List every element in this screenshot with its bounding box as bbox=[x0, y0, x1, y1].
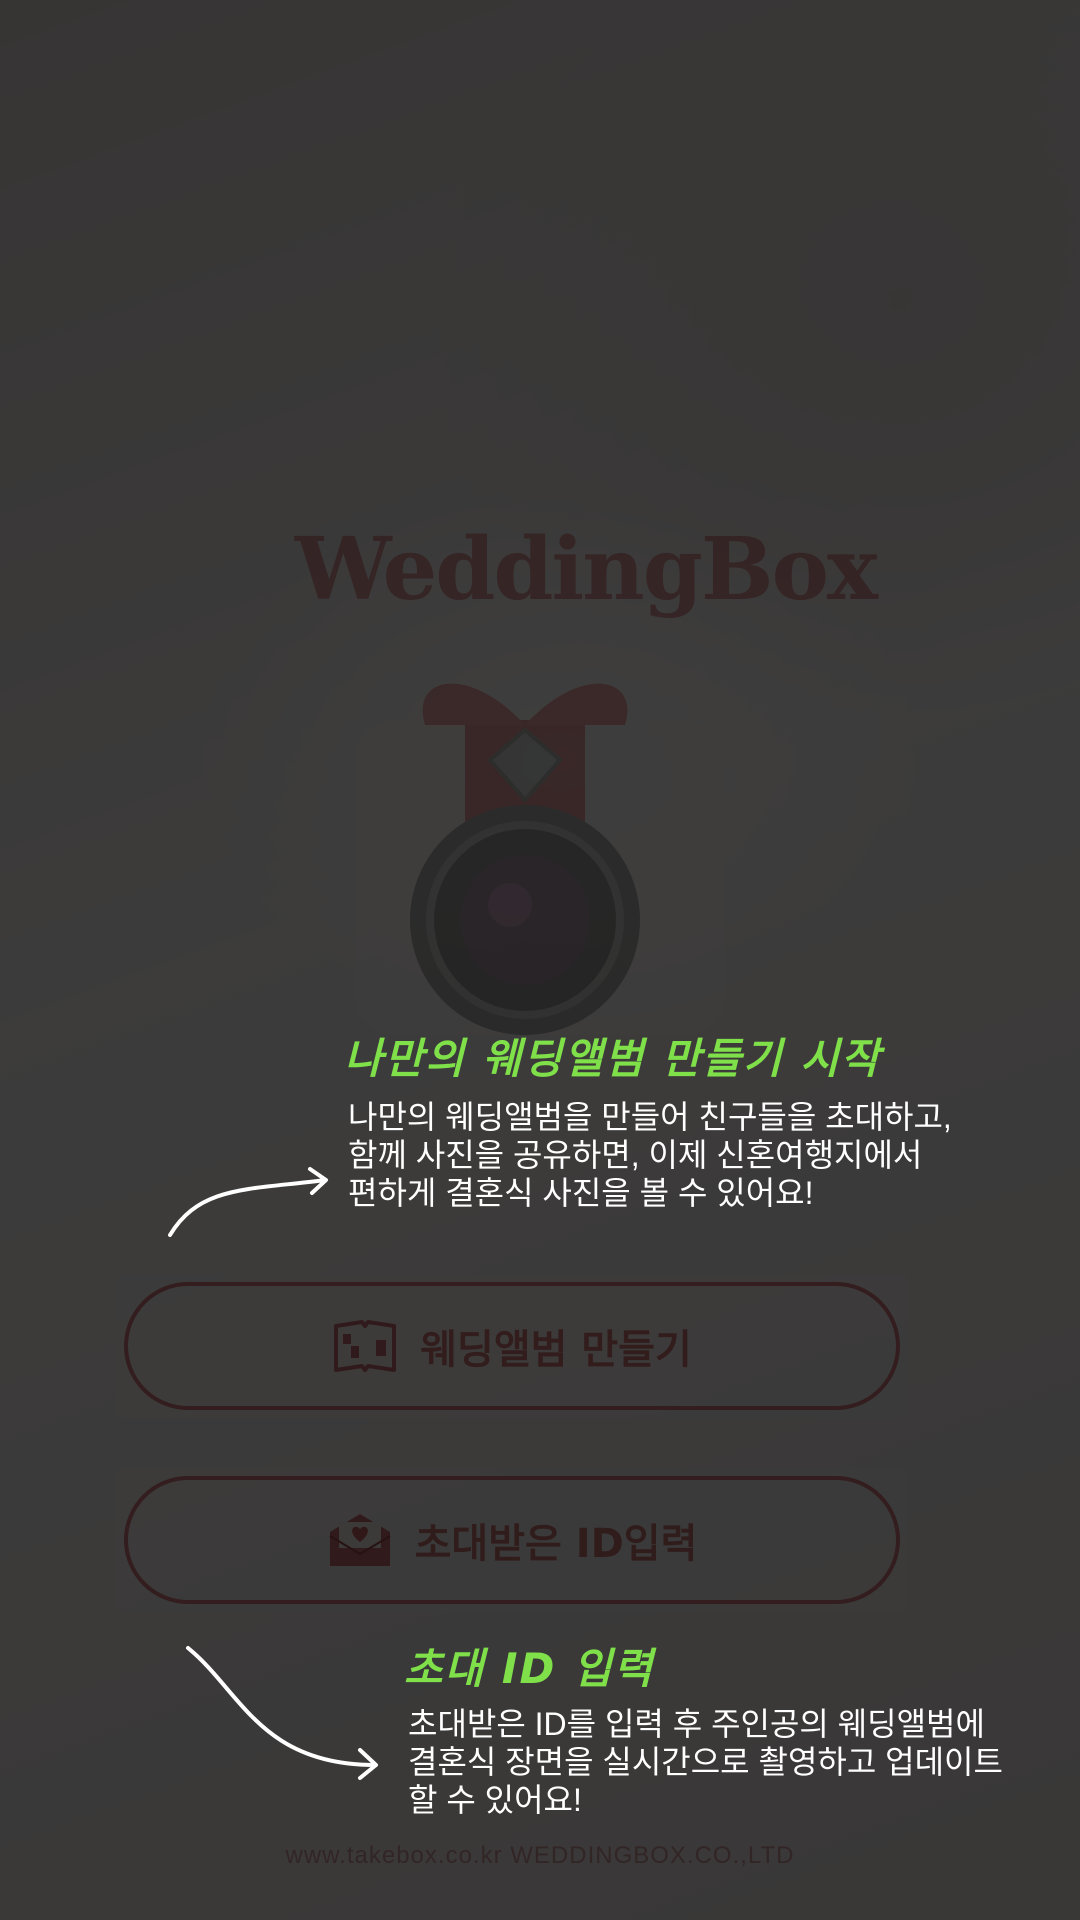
invite-id-card: 초대받은 ID입력 bbox=[116, 1468, 908, 1612]
guide-invite-line: 결혼식 장면을 실시간으로 촬영하고 업데이트 bbox=[408, 1744, 1003, 1780]
enter-invite-id-button[interactable]: 초대받은 ID입력 bbox=[124, 1476, 900, 1604]
create-album-card: 웨딩앨범 만들기 bbox=[116, 1274, 908, 1418]
guide-invite-line: 할 수 있어요! bbox=[408, 1782, 582, 1818]
guide-create-line: 함께 사진을 공유하면, 이제 신혼여행지에서 bbox=[348, 1137, 923, 1173]
guide-create-line: 편하게 결혼식 사진을 볼 수 있어요! bbox=[348, 1175, 814, 1211]
guide-invite-title: 초대 ID 입력 bbox=[404, 1644, 655, 1693]
create-album-label: 웨딩앨범 만들기 bbox=[420, 1327, 692, 1373]
guide-invite-line: 초대받은 ID를 입력 후 주인공의 웨딩앨범에 bbox=[408, 1706, 985, 1742]
envelope-heart-icon bbox=[329, 1514, 391, 1566]
enter-invite-id-label: 초대받은 ID입력 bbox=[414, 1521, 698, 1567]
guide-create-title: 나만의 웨딩앨범 만들기 시작 bbox=[344, 1034, 882, 1083]
album-book-icon bbox=[334, 1320, 397, 1372]
gift-camera-icon bbox=[355, 683, 725, 1035]
guide-arrow-right-icon bbox=[168, 1167, 328, 1237]
guide-create-description: 나만의 웨딩앨범을 만들어 친구들을 초대하고, 함께 사진을 공유하면, 이제… bbox=[348, 1098, 952, 1212]
guide-invite-description: 초대받은 ID를 입력 후 주인공의 웨딩앨범에 결혼식 장면을 실시간으로 촬… bbox=[408, 1705, 1003, 1819]
guide-arrow-curve-icon bbox=[186, 1646, 378, 1780]
footer-text: www.takebox.co.kr WEDDINGBOX.CO.,LTD bbox=[285, 1842, 795, 1869]
logo-text: WeddingBox bbox=[295, 519, 878, 620]
create-album-button[interactable]: 웨딩앨범 만들기 bbox=[124, 1282, 900, 1410]
guide-create-line: 나만의 웨딩앨범을 만들어 친구들을 초대하고, bbox=[348, 1099, 952, 1135]
weddingbox-logo: WeddingBox bbox=[295, 515, 878, 625]
